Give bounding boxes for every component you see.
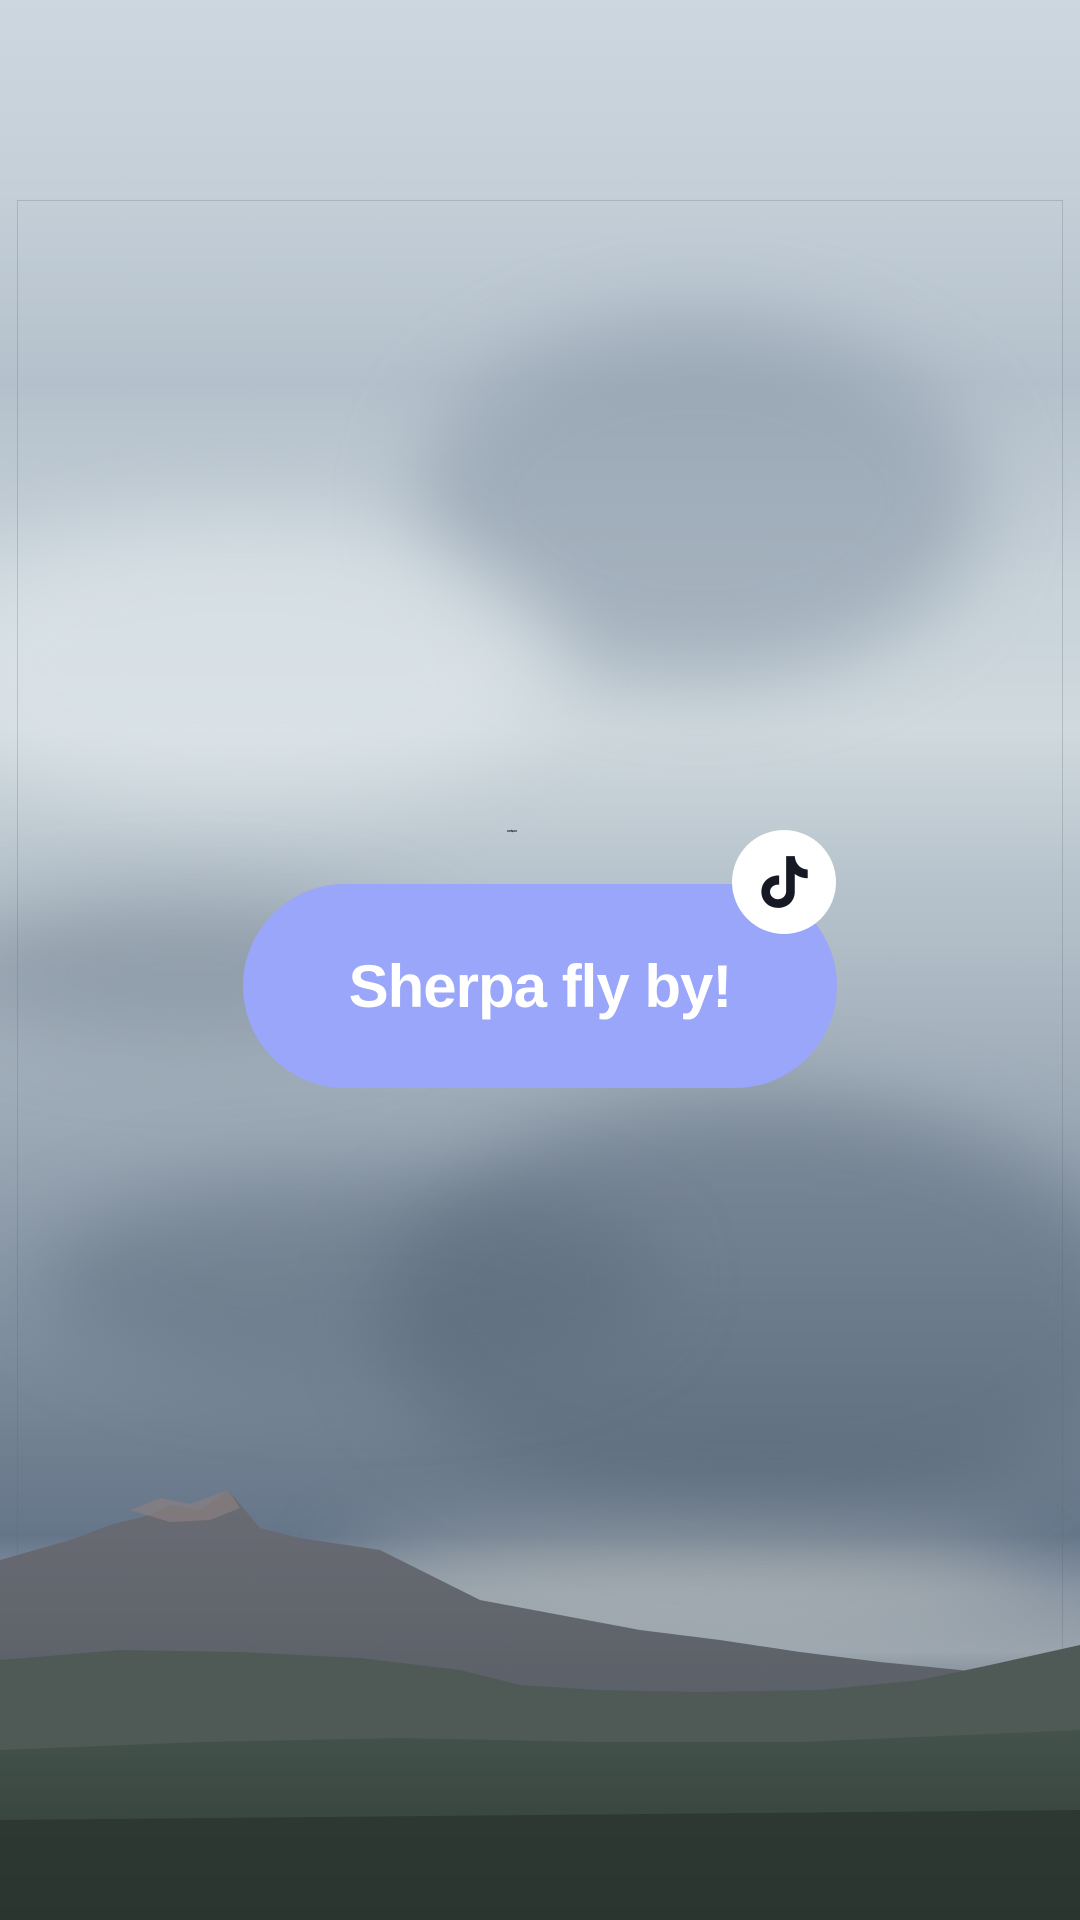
mountain-landscape <box>0 1490 1080 1920</box>
tiktok-logo-icon <box>761 856 808 908</box>
caption-text: Sherpa fly by! <box>348 952 733 1020</box>
caption-sticker[interactable]: Sherpa fly by! <box>243 830 837 1090</box>
tiktok-logo-badge <box>732 830 836 934</box>
video-frame: Sherpa fly by! <box>0 0 1080 1920</box>
